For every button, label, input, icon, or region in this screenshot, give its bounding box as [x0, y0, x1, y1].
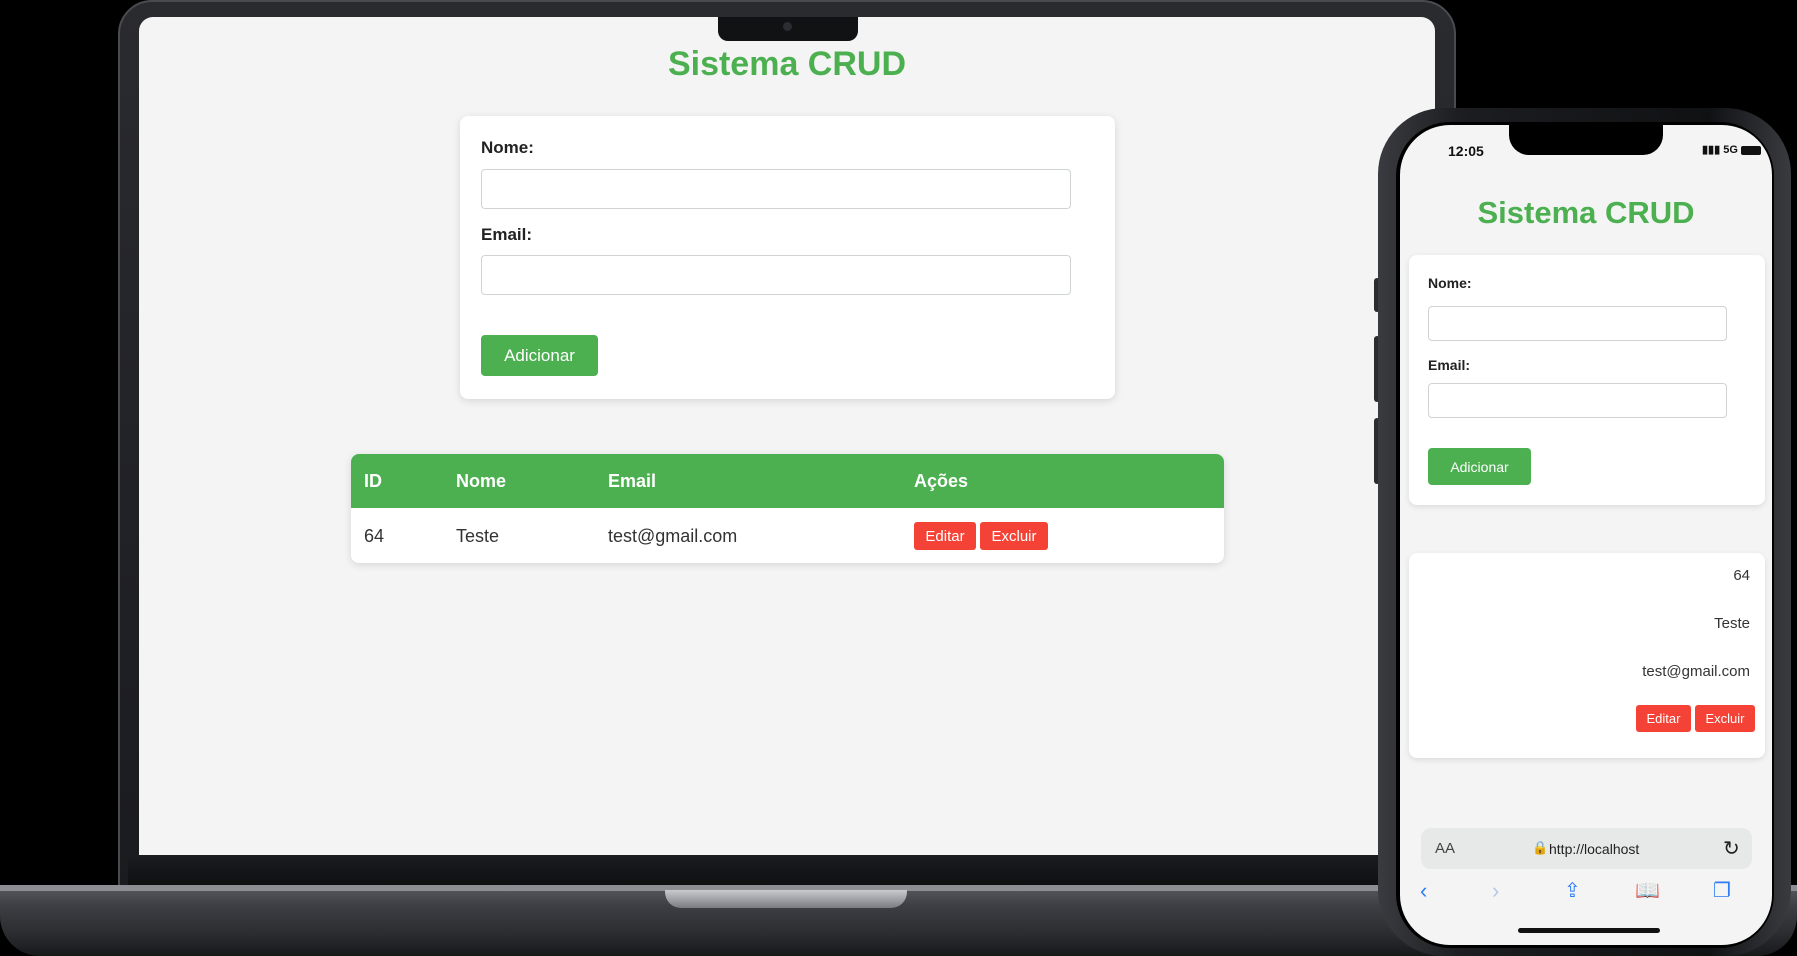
cell-email: test@gmail.com: [1642, 663, 1750, 680]
status-time: 12:05: [1448, 143, 1484, 159]
chevron-right-icon[interactable]: ›: [1492, 878, 1499, 904]
add-button[interactable]: Adicionar: [1428, 448, 1531, 485]
email-input[interactable]: [1428, 383, 1727, 418]
delete-button[interactable]: Excluir: [980, 522, 1048, 550]
edit-button[interactable]: Editar: [1636, 705, 1691, 732]
share-icon[interactable]: ⇪: [1564, 878, 1581, 903]
device-mockup: Sistema CRUD Nome: Email: Adicionar ID N…: [0, 0, 1797, 956]
page-title: Sistema CRUD: [667, 45, 907, 83]
cell-id: 64: [1733, 567, 1750, 584]
name-label: Nome:: [481, 138, 534, 157]
header-email: Email: [608, 471, 657, 491]
laptop-screen: Sistema CRUD Nome: Email: Adicionar ID N…: [139, 17, 1435, 855]
delete-button[interactable]: Excluir: [1695, 705, 1755, 732]
network-label: 5G: [1723, 144, 1738, 156]
record-card: 64 Teste test@gmail.com Editar Excluir: [1409, 553, 1765, 758]
battery-icon: [1740, 145, 1761, 155]
cell-nome: Teste: [1714, 615, 1750, 632]
crud-form: Nome: Email: Adicionar: [1409, 255, 1765, 505]
url-text[interactable]: http://localhost: [1549, 841, 1639, 857]
header-acoes: Ações: [914, 471, 969, 491]
cell-id: 64: [364, 526, 385, 546]
header-nome: Nome: [456, 471, 507, 491]
add-button[interactable]: Adicionar: [481, 335, 598, 376]
email-input[interactable]: [481, 255, 1071, 295]
phone-notch: [1509, 125, 1663, 155]
home-indicator: [1518, 928, 1660, 933]
cell-nome: Teste: [456, 526, 500, 546]
tabs-icon[interactable]: ❐: [1713, 878, 1731, 903]
chevron-left-icon[interactable]: ‹: [1420, 878, 1427, 904]
name-input[interactable]: [481, 169, 1071, 209]
signal-icon: ▮▮▮: [1702, 144, 1721, 156]
camera-icon: [783, 22, 792, 31]
edit-button[interactable]: Editar: [914, 522, 976, 550]
reload-icon[interactable]: ↻: [1723, 836, 1740, 861]
text-size-button[interactable]: AA: [1435, 840, 1455, 857]
status-indicators: ▮▮▮ 5G: [1702, 143, 1761, 156]
laptop-bezel: [128, 855, 1448, 885]
laptop-groove: [665, 890, 907, 908]
header-id: ID: [364, 471, 382, 491]
email-label: Email:: [481, 225, 533, 244]
url-bar[interactable]: AA 🔒 http://localhost ↻: [1421, 828, 1752, 869]
name-label: Nome:: [1428, 275, 1472, 291]
crud-form: Nome: Email: Adicionar: [460, 116, 1115, 399]
lock-icon: 🔒: [1532, 840, 1549, 855]
page-title: Sistema CRUD: [1477, 195, 1695, 230]
cell-email: test@gmail.com: [608, 526, 738, 546]
email-label: Email:: [1428, 357, 1471, 373]
phone-screen: 12:05 ▮▮▮ 5G Sistema CRUD Nome: Email: A…: [1400, 125, 1772, 945]
book-icon[interactable]: 📖: [1635, 878, 1660, 903]
records-table: ID Nome Email Ações 64 Teste test@gmail.…: [351, 454, 1224, 563]
name-input[interactable]: [1428, 306, 1727, 341]
table-header: ID Nome Email Ações: [351, 454, 1224, 508]
